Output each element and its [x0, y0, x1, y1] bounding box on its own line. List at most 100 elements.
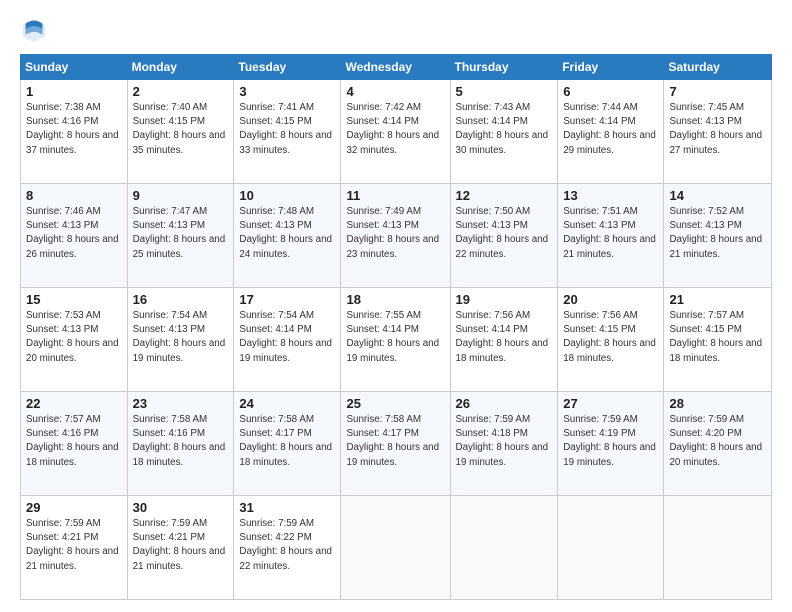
day-detail: Sunrise: 7:51 AMSunset: 4:13 PMDaylight:… [563, 206, 656, 260]
day-cell-6: 6 Sunrise: 7:44 AMSunset: 4:14 PMDayligh… [558, 80, 664, 184]
day-detail: Sunrise: 7:54 AMSunset: 4:14 PMDaylight:… [239, 310, 332, 364]
day-detail: Sunrise: 7:38 AMSunset: 4:16 PMDaylight:… [26, 102, 119, 156]
day-number: 5 [456, 84, 553, 99]
day-number: 25 [346, 396, 444, 411]
weekday-header-monday: Monday [127, 55, 234, 80]
day-cell-18: 18 Sunrise: 7:55 AMSunset: 4:14 PMDaylig… [341, 288, 450, 392]
calendar-table: SundayMondayTuesdayWednesdayThursdayFrid… [20, 54, 772, 600]
day-number: 6 [563, 84, 658, 99]
day-cell-28: 28 Sunrise: 7:59 AMSunset: 4:20 PMDaylig… [664, 392, 772, 496]
day-cell-10: 10 Sunrise: 7:48 AMSunset: 4:13 PMDaylig… [234, 184, 341, 288]
day-detail: Sunrise: 7:59 AMSunset: 4:22 PMDaylight:… [239, 518, 332, 572]
day-detail: Sunrise: 7:57 AMSunset: 4:16 PMDaylight:… [26, 414, 119, 468]
day-detail: Sunrise: 7:58 AMSunset: 4:17 PMDaylight:… [346, 414, 439, 468]
day-number: 28 [669, 396, 766, 411]
empty-cell [664, 496, 772, 600]
day-detail: Sunrise: 7:55 AMSunset: 4:14 PMDaylight:… [346, 310, 439, 364]
day-cell-15: 15 Sunrise: 7:53 AMSunset: 4:13 PMDaylig… [21, 288, 128, 392]
day-number: 8 [26, 188, 122, 203]
weekday-header-saturday: Saturday [664, 55, 772, 80]
day-cell-30: 30 Sunrise: 7:59 AMSunset: 4:21 PMDaylig… [127, 496, 234, 600]
day-detail: Sunrise: 7:59 AMSunset: 4:19 PMDaylight:… [563, 414, 656, 468]
day-cell-19: 19 Sunrise: 7:56 AMSunset: 4:14 PMDaylig… [450, 288, 558, 392]
day-detail: Sunrise: 7:54 AMSunset: 4:13 PMDaylight:… [133, 310, 226, 364]
calendar-week-1: 1 Sunrise: 7:38 AMSunset: 4:16 PMDayligh… [21, 80, 772, 184]
header [20, 16, 772, 44]
day-cell-4: 4 Sunrise: 7:42 AMSunset: 4:14 PMDayligh… [341, 80, 450, 184]
day-number: 23 [133, 396, 229, 411]
day-detail: Sunrise: 7:57 AMSunset: 4:15 PMDaylight:… [669, 310, 762, 364]
day-number: 24 [239, 396, 335, 411]
day-cell-8: 8 Sunrise: 7:46 AMSunset: 4:13 PMDayligh… [21, 184, 128, 288]
day-detail: Sunrise: 7:43 AMSunset: 4:14 PMDaylight:… [456, 102, 549, 156]
empty-cell [341, 496, 450, 600]
day-number: 22 [26, 396, 122, 411]
day-cell-31: 31 Sunrise: 7:59 AMSunset: 4:22 PMDaylig… [234, 496, 341, 600]
day-cell-1: 1 Sunrise: 7:38 AMSunset: 4:16 PMDayligh… [21, 80, 128, 184]
day-number: 7 [669, 84, 766, 99]
weekday-header-thursday: Thursday [450, 55, 558, 80]
day-cell-23: 23 Sunrise: 7:58 AMSunset: 4:16 PMDaylig… [127, 392, 234, 496]
day-cell-11: 11 Sunrise: 7:49 AMSunset: 4:13 PMDaylig… [341, 184, 450, 288]
day-detail: Sunrise: 7:56 AMSunset: 4:15 PMDaylight:… [563, 310, 656, 364]
day-detail: Sunrise: 7:46 AMSunset: 4:13 PMDaylight:… [26, 206, 119, 260]
day-cell-21: 21 Sunrise: 7:57 AMSunset: 4:15 PMDaylig… [664, 288, 772, 392]
weekday-header-wednesday: Wednesday [341, 55, 450, 80]
day-detail: Sunrise: 7:44 AMSunset: 4:14 PMDaylight:… [563, 102, 656, 156]
weekday-header-tuesday: Tuesday [234, 55, 341, 80]
day-number: 29 [26, 500, 122, 515]
day-cell-5: 5 Sunrise: 7:43 AMSunset: 4:14 PMDayligh… [450, 80, 558, 184]
day-number: 19 [456, 292, 553, 307]
day-cell-7: 7 Sunrise: 7:45 AMSunset: 4:13 PMDayligh… [664, 80, 772, 184]
day-cell-3: 3 Sunrise: 7:41 AMSunset: 4:15 PMDayligh… [234, 80, 341, 184]
empty-cell [558, 496, 664, 600]
day-detail: Sunrise: 7:45 AMSunset: 4:13 PMDaylight:… [669, 102, 762, 156]
day-detail: Sunrise: 7:58 AMSunset: 4:17 PMDaylight:… [239, 414, 332, 468]
day-detail: Sunrise: 7:41 AMSunset: 4:15 PMDaylight:… [239, 102, 332, 156]
day-cell-14: 14 Sunrise: 7:52 AMSunset: 4:13 PMDaylig… [664, 184, 772, 288]
day-cell-24: 24 Sunrise: 7:58 AMSunset: 4:17 PMDaylig… [234, 392, 341, 496]
day-cell-20: 20 Sunrise: 7:56 AMSunset: 4:15 PMDaylig… [558, 288, 664, 392]
day-cell-27: 27 Sunrise: 7:59 AMSunset: 4:19 PMDaylig… [558, 392, 664, 496]
empty-cell [450, 496, 558, 600]
day-number: 1 [26, 84, 122, 99]
day-number: 21 [669, 292, 766, 307]
day-cell-17: 17 Sunrise: 7:54 AMSunset: 4:14 PMDaylig… [234, 288, 341, 392]
calendar-week-5: 29 Sunrise: 7:59 AMSunset: 4:21 PMDaylig… [21, 496, 772, 600]
day-cell-29: 29 Sunrise: 7:59 AMSunset: 4:21 PMDaylig… [21, 496, 128, 600]
day-detail: Sunrise: 7:42 AMSunset: 4:14 PMDaylight:… [346, 102, 439, 156]
day-detail: Sunrise: 7:53 AMSunset: 4:13 PMDaylight:… [26, 310, 119, 364]
calendar-week-4: 22 Sunrise: 7:57 AMSunset: 4:16 PMDaylig… [21, 392, 772, 496]
day-number: 26 [456, 396, 553, 411]
day-number: 14 [669, 188, 766, 203]
day-number: 2 [133, 84, 229, 99]
day-number: 18 [346, 292, 444, 307]
day-detail: Sunrise: 7:48 AMSunset: 4:13 PMDaylight:… [239, 206, 332, 260]
day-cell-12: 12 Sunrise: 7:50 AMSunset: 4:13 PMDaylig… [450, 184, 558, 288]
calendar-week-2: 8 Sunrise: 7:46 AMSunset: 4:13 PMDayligh… [21, 184, 772, 288]
day-cell-2: 2 Sunrise: 7:40 AMSunset: 4:15 PMDayligh… [127, 80, 234, 184]
day-detail: Sunrise: 7:49 AMSunset: 4:13 PMDaylight:… [346, 206, 439, 260]
day-detail: Sunrise: 7:59 AMSunset: 4:18 PMDaylight:… [456, 414, 549, 468]
weekday-header-row: SundayMondayTuesdayWednesdayThursdayFrid… [21, 55, 772, 80]
day-detail: Sunrise: 7:59 AMSunset: 4:20 PMDaylight:… [669, 414, 762, 468]
day-number: 30 [133, 500, 229, 515]
day-cell-25: 25 Sunrise: 7:58 AMSunset: 4:17 PMDaylig… [341, 392, 450, 496]
day-number: 10 [239, 188, 335, 203]
day-number: 9 [133, 188, 229, 203]
day-detail: Sunrise: 7:50 AMSunset: 4:13 PMDaylight:… [456, 206, 549, 260]
day-number: 4 [346, 84, 444, 99]
day-detail: Sunrise: 7:58 AMSunset: 4:16 PMDaylight:… [133, 414, 226, 468]
day-cell-22: 22 Sunrise: 7:57 AMSunset: 4:16 PMDaylig… [21, 392, 128, 496]
logo [20, 16, 52, 44]
weekday-header-friday: Friday [558, 55, 664, 80]
day-number: 11 [346, 188, 444, 203]
day-number: 15 [26, 292, 122, 307]
day-number: 17 [239, 292, 335, 307]
day-number: 12 [456, 188, 553, 203]
day-detail: Sunrise: 7:56 AMSunset: 4:14 PMDaylight:… [456, 310, 549, 364]
day-number: 20 [563, 292, 658, 307]
weekday-header-sunday: Sunday [21, 55, 128, 80]
day-detail: Sunrise: 7:59 AMSunset: 4:21 PMDaylight:… [133, 518, 226, 572]
day-detail: Sunrise: 7:40 AMSunset: 4:15 PMDaylight:… [133, 102, 226, 156]
